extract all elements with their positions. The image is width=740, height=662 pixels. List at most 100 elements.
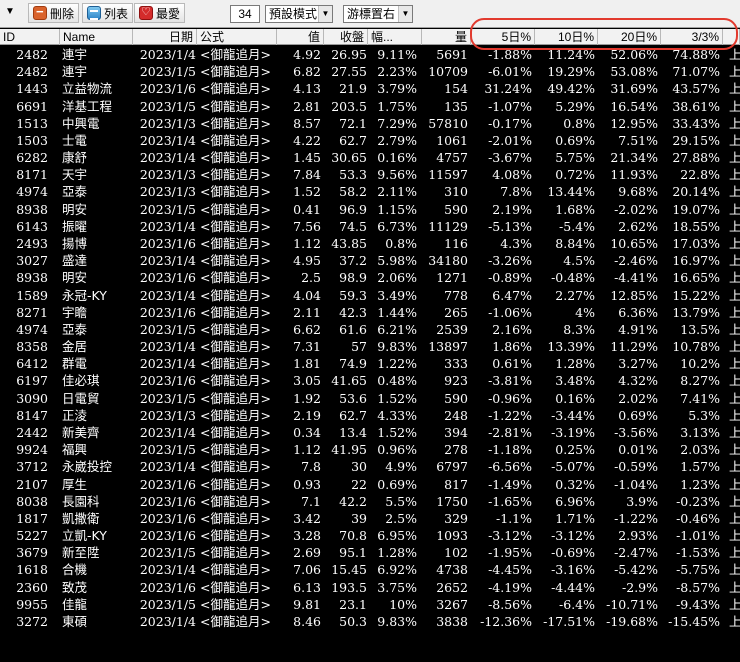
cell-change: 0.48% [377, 373, 417, 389]
list-button[interactable]: 列表 [82, 3, 134, 23]
toolbar-menu-arrow-icon[interactable]: ▼ [3, 5, 17, 19]
table-row[interactable]: 1618 合機 2023/1/4 <御龍追月> 7.06 15.45 6.92% 4738 -4… [0, 561, 740, 578]
table-row[interactable]: 9955 佳龍 2023/1/5 <御龍追月> 9.81 23.1 10% 3267 -8.56… [0, 596, 740, 613]
table-row[interactable]: 8147 正淩 2023/1/3 <御龍追月> 2.19 62.7 4.33% 248 -1.2… [0, 407, 740, 424]
cell-name: 永崴投控 [62, 459, 113, 475]
table-row[interactable]: 1503 士電 2023/1/4 <御龍追月> 4.22 62.7 2.79% 1061 -2.… [0, 132, 740, 149]
table-row[interactable]: 6412 群電 2023/1/4 <御龍追月> 1.81 74.9 1.22% 333 0.61… [0, 355, 740, 372]
table-row[interactable]: 2482 連宇 2023/1/4 <御龍追月> 4.92 26.95 9.11% 5691 -1… [0, 46, 740, 63]
col-header-value[interactable]: 值 [277, 29, 324, 45]
table-row[interactable]: 6282 康舒 2023/1/4 <御龍追月> 1.45 30.65 0.16% 4757 -3… [0, 149, 740, 166]
col-header-formula[interactable]: 公式 [197, 29, 277, 45]
col-header-volume[interactable]: 量 [422, 29, 471, 45]
table-row[interactable]: 3679 新至陞 2023/1/5 <御龍追月> 2.69 95.1 1.28% 102 -1.… [0, 544, 740, 561]
table-row[interactable]: 6691 洋基工程 2023/1/5 <御龍追月> 2.81 203.5 1.75% 135 -… [0, 98, 740, 115]
cell-5day: -12.36% [480, 613, 532, 629]
cell-volume: 3838 [436, 613, 468, 629]
col-header-date[interactable]: 日期 [133, 29, 197, 45]
table-row[interactable]: 5227 立凱-KY 2023/1/6 <御龍追月> 3.28 70.8 6.95% 1093… [0, 527, 740, 544]
cell-value: 7.84 [293, 167, 321, 183]
table-row[interactable]: 2482 連宇 2023/1/5 <御龍追月> 6.82 27.55 2.23% 10709 -… [0, 63, 740, 80]
cell-3-3: 16.65% [672, 270, 720, 286]
cell-3-3: -9.43% [676, 596, 720, 612]
col-header-20day[interactable]: 20日% [598, 29, 661, 45]
cell-formula: <御龍追月> [200, 270, 271, 286]
cell-close: 23.1 [339, 596, 367, 612]
table-row[interactable]: 2360 致茂 2023/1/6 <御龍追月> 6.13 193.5 3.75% 2652 -4… [0, 579, 740, 596]
cell-formula: <御龍追月> [200, 442, 271, 458]
cell-value: 9.81 [293, 596, 321, 612]
cell-id: 3272 [16, 613, 48, 629]
col-header-id[interactable]: ID [0, 29, 60, 45]
cell-change: 2.23% [377, 64, 417, 80]
table-row[interactable]: 1817 凱撒衛 2023/1/6 <御龍追月> 3.42 39 2.5% 329 -1.1% 1… [0, 510, 740, 527]
cell-id: 2482 [16, 64, 48, 80]
cell-change: 0.69% [377, 476, 417, 492]
cell-tag: 上 [729, 424, 740, 440]
table-row[interactable]: 2442 新美齊 2023/1/4 <御龍追月> 0.34 13.4 1.52% 394 -2.… [0, 424, 740, 441]
favorite-button[interactable]: 最愛 [134, 3, 186, 23]
cell-5day: -8.56% [488, 596, 532, 612]
col-header-change[interactable]: 幅... [368, 29, 422, 45]
table-row[interactable]: 8938 明安 2023/1/5 <御龍追月> 0.41 96.9 1.15% 590 2.19… [0, 201, 740, 218]
cell-value: 4.92 [293, 47, 321, 62]
table-row[interactable]: 3027 盛達 2023/1/4 <御龍追月> 4.95 37.2 5.98% 34180 -3… [0, 252, 740, 269]
table-row[interactable]: 6197 佳必琪 2023/1/6 <御龍追月> 3.05 41.65 0.48% 923 -3… [0, 372, 740, 389]
table-row[interactable]: 6143 振曜 2023/1/4 <御龍追月> 7.56 74.5 6.73% 11129 -5… [0, 218, 740, 235]
toolbar: ▼ 刪除 列表 最愛 34 預設模式 ▼ 游標置右 ▼ [0, 0, 740, 28]
cell-20day: 31.69% [610, 81, 658, 97]
table-row[interactable]: 2493 揚博 2023/1/6 <御龍追月> 1.12 43.85 0.8% 116 4.3%… [0, 235, 740, 252]
cell-formula: <御龍追月> [200, 115, 271, 131]
table-row[interactable]: 8358 金居 2023/1/4 <御龍追月> 7.31 57 9.83% 13897 1.86… [0, 338, 740, 355]
cell-formula: <御龍追月> [200, 407, 271, 423]
table-row[interactable]: 1443 立益物流 2023/1/6 <御龍追月> 4.13 21.9 3.79% 154 31… [0, 80, 740, 97]
cell-volume: 265 [444, 304, 468, 320]
table-row[interactable]: 3272 東碩 2023/1/4 <御龍追月> 8.46 50.3 9.83% 3838 -12… [0, 613, 740, 630]
col-header-5day[interactable]: 5日% [471, 29, 535, 45]
table-row[interactable]: 3712 永崴投控 2023/1/4 <御龍追月> 7.8 30 4.9% 6797 -6.56… [0, 458, 740, 475]
count-input[interactable]: 34 [230, 5, 260, 23]
col-header-close[interactable]: 收盤 [324, 29, 368, 45]
table-row[interactable]: 1513 中興電 2023/1/3 <御龍追月> 8.57 72.1 7.29% 57810 -… [0, 115, 740, 132]
table-row[interactable]: 4974 亞泰 2023/1/5 <御龍追月> 6.62 61.6 6.21% 2539 2.1… [0, 321, 740, 338]
mode-select[interactable]: 預設模式 ▼ [265, 5, 333, 23]
cell-volume: 154 [444, 81, 468, 97]
cell-5day: 2.16% [492, 321, 532, 337]
col-header-name[interactable]: Name [60, 29, 133, 45]
cell-tag: 上 [729, 150, 740, 166]
cell-value: 3.05 [293, 373, 321, 389]
table-row[interactable]: 8038 長園科 2023/1/6 <御龍追月> 7.1 42.2 5.5% 1750 -1.6… [0, 493, 740, 510]
col-header-10day[interactable]: 10日% [535, 29, 598, 45]
table-row[interactable]: 8171 天宇 2023/1/3 <御龍追月> 7.84 53.3 9.56% 11597 4.… [0, 166, 740, 183]
cell-name: 洋基工程 [62, 98, 113, 114]
table-row[interactable]: 8938 明安 2023/1/6 <御龍追月> 2.5 98.9 2.06% 1271 -0.8… [0, 269, 740, 286]
table-row[interactable]: 9924 福興 2023/1/5 <御龍追月> 1.12 41.95 0.96% 278 -1.… [0, 441, 740, 458]
cell-value: 0.93 [293, 476, 321, 492]
cell-value: 1.45 [293, 150, 321, 166]
table-row[interactable]: 1589 永冠-KY 2023/1/4 <御龍追月> 4.04 59.3 3.49% 778 6… [0, 287, 740, 304]
cell-5day: -1.1% [496, 510, 532, 526]
cell-tag: 上 [729, 115, 740, 131]
table-row[interactable]: 8271 宇瞻 2023/1/6 <御龍追月> 2.11 42.3 1.44% 265 -1.0… [0, 304, 740, 321]
cell-value: 8.57 [293, 115, 321, 131]
table-row[interactable]: 4974 亞泰 2023/1/3 <御龍追月> 1.52 58.2 2.11% 310 7.8%… [0, 183, 740, 200]
cell-formula: <御龍追月> [200, 510, 271, 526]
table-row[interactable]: 3090 日電貿 2023/1/5 <御龍追月> 1.92 53.6 1.52% 590 -0.… [0, 390, 740, 407]
cell-close: 15.45 [331, 562, 367, 578]
cell-id: 1618 [16, 562, 48, 578]
col-header-extra[interactable] [723, 29, 740, 45]
cursor-position-select[interactable]: 游標置右 ▼ [343, 5, 413, 23]
cell-close: 53.3 [339, 167, 367, 183]
table-row[interactable]: 2107 厚生 2023/1/6 <御龍追月> 0.93 22 0.69% 817 -1.49%… [0, 476, 740, 493]
cell-volume: 13897 [428, 339, 468, 355]
cell-5day: -1.06% [488, 304, 532, 320]
delete-button[interactable]: 刪除 [28, 3, 80, 23]
cell-formula: <御龍追月> [200, 476, 271, 492]
cell-volume: 10709 [428, 64, 468, 80]
cell-20day: 3.27% [618, 356, 658, 372]
cell-20day: -2.02% [614, 201, 658, 217]
cell-volume: 329 [444, 510, 468, 526]
col-header-3-3[interactable]: 3/3% [661, 29, 723, 45]
cell-formula: <御龍追月> [200, 47, 271, 62]
cell-date: 2023/1/6 [139, 528, 196, 544]
